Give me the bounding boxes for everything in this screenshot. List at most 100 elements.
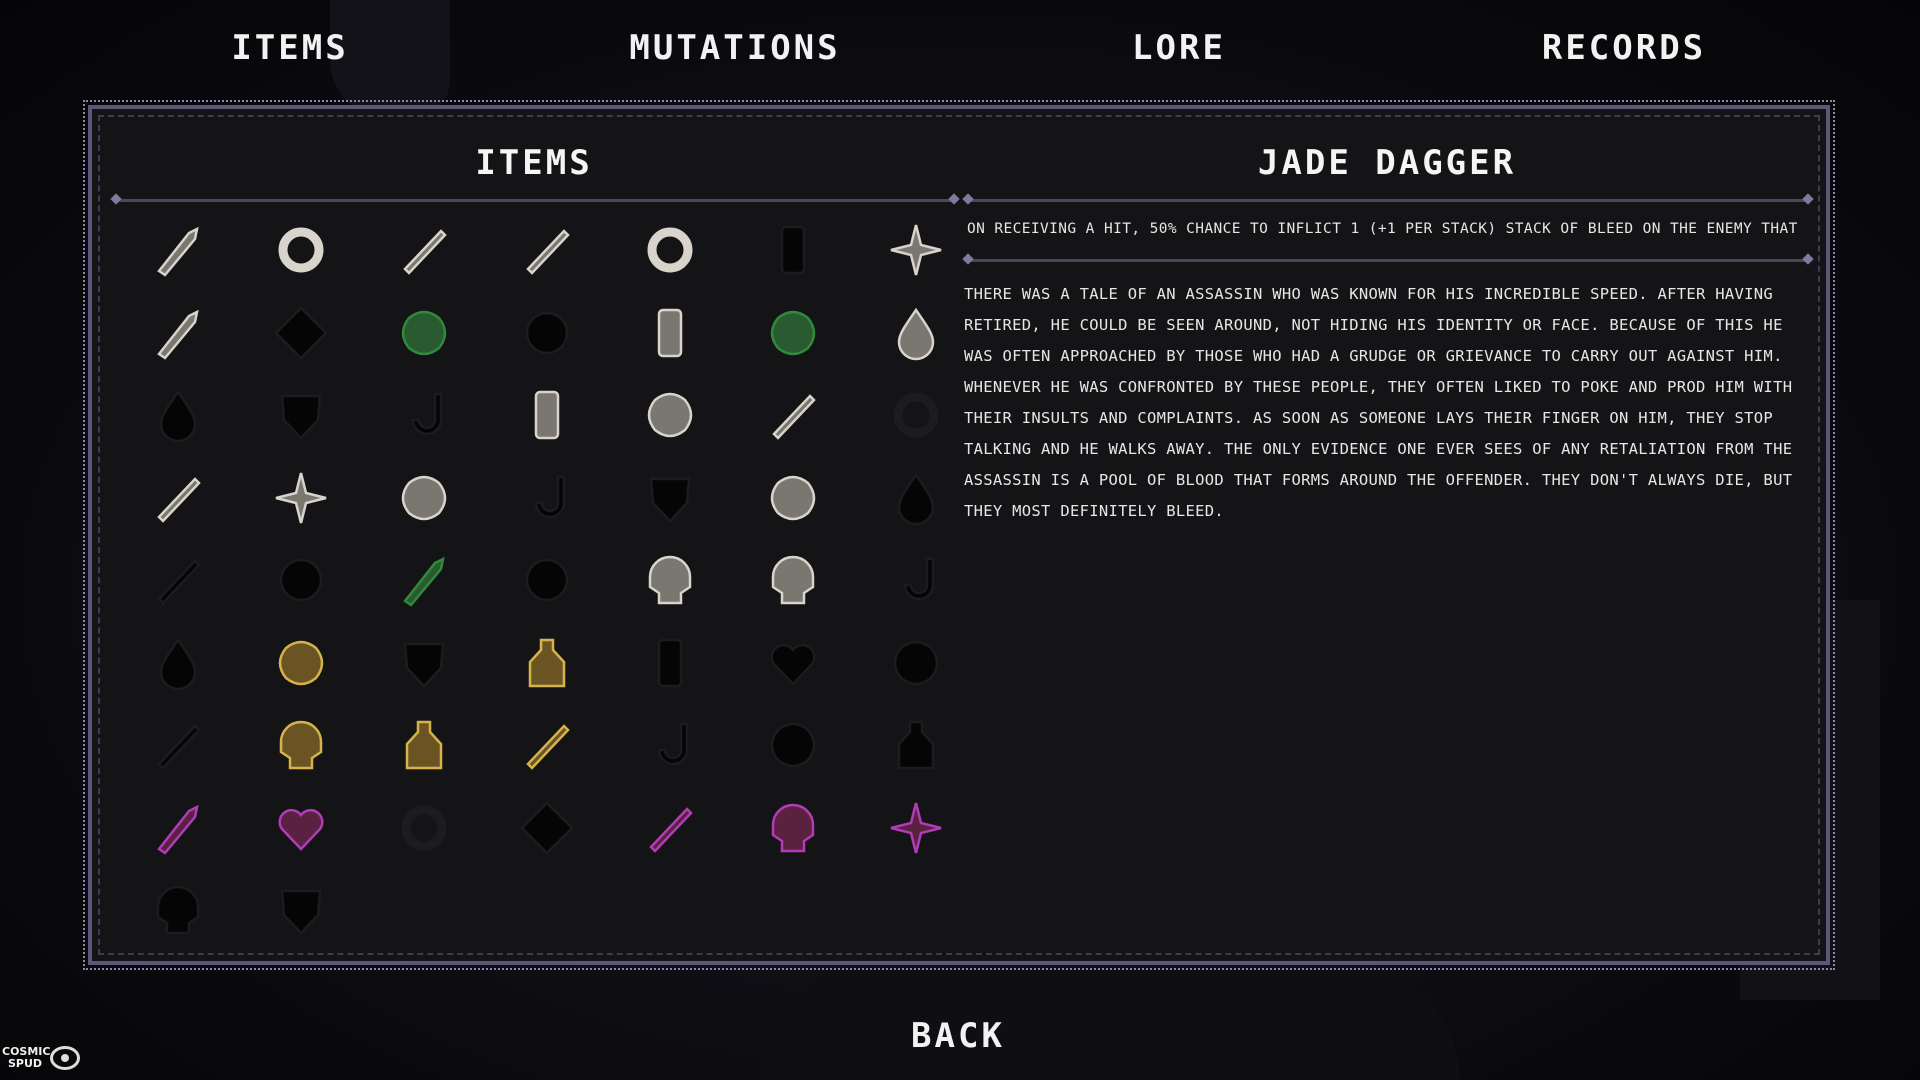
pickaxe-icon [149,469,207,527]
stone-icon [641,386,699,444]
item-slot[interactable] [485,374,608,457]
item-slot[interactable] [731,622,854,705]
item-slot[interactable] [485,704,608,787]
shield-icon [272,386,330,444]
item-effect-text: ON RECEIVING A HIT, 50% CHANCE TO INFLIC… [967,221,1807,237]
item-slot[interactable] [239,374,362,457]
item-slot[interactable] [116,539,239,622]
hand-icon [272,881,330,939]
item-slot[interactable] [485,209,608,292]
wooden-gun-icon [149,304,207,362]
blob-icon [518,551,576,609]
item-slot[interactable] [239,209,362,292]
item-slot[interactable] [854,292,977,375]
item-slot[interactable] [239,457,362,540]
item-slot[interactable] [362,292,485,375]
flail-icon [641,716,699,774]
item-slot[interactable] [239,292,362,375]
item-slot[interactable] [608,457,731,540]
cosmic-spud-logo: COSMIC SPUD [2,1040,84,1076]
boxing-gloves-icon [395,304,453,362]
bone-icon [764,386,822,444]
jade-dagger-icon [395,551,453,609]
fleur-icon [149,386,207,444]
key-ring-icon [395,799,453,857]
tab-records[interactable]: RECORDS [1542,28,1706,68]
item-slot[interactable] [854,704,977,787]
item-slot[interactable] [854,457,977,540]
item-slot[interactable] [854,787,977,870]
item-slot[interactable] [731,292,854,375]
item-slot[interactable] [485,457,608,540]
item-slot[interactable] [485,539,608,622]
item-slot[interactable] [608,374,731,457]
back-button[interactable]: BACK [911,1016,1005,1056]
screen: ITEMS MUTATIONS LORE RECORDS ITEMS JADE … [0,0,1920,1080]
demon-icon [149,881,207,939]
item-slot[interactable] [731,704,854,787]
vial-icon [887,304,945,362]
moth-icon [887,799,945,857]
scepter-icon [518,716,576,774]
cat-icon [395,469,453,527]
item-slot[interactable] [731,457,854,540]
item-slot[interactable] [731,209,854,292]
tab-mutations[interactable]: MUTATIONS [629,28,840,68]
item-slot[interactable] [854,622,977,705]
item-slot[interactable] [362,704,485,787]
item-slot[interactable] [362,374,485,457]
item-slot[interactable] [485,787,608,870]
short-sword-icon [395,221,453,279]
orb-icon [518,304,576,362]
item-slot[interactable] [239,622,362,705]
item-slot[interactable] [116,787,239,870]
divider [116,199,954,202]
item-slot[interactable] [116,704,239,787]
item-slot[interactable] [362,622,485,705]
item-slot[interactable] [608,209,731,292]
spear-icon [641,799,699,857]
item-slot[interactable] [608,539,731,622]
item-slot[interactable] [116,292,239,375]
item-slot[interactable] [116,374,239,457]
item-slot[interactable] [116,209,239,292]
item-slot[interactable] [239,539,362,622]
item-slot[interactable] [854,374,977,457]
item-slot[interactable] [362,539,485,622]
item-slot[interactable] [731,539,854,622]
skull-chain-icon [764,551,822,609]
item-slot[interactable] [116,622,239,705]
kettlebell-icon [887,716,945,774]
item-slot[interactable] [731,374,854,457]
item-slot[interactable] [485,622,608,705]
item-slot[interactable] [731,787,854,870]
item-slot[interactable] [608,622,731,705]
item-slot[interactable] [854,539,977,622]
codex-panel: ITEMS JADE DAGGER ON RECEIVING A HIT, 50… [83,100,1835,970]
eye-icon [50,1046,80,1070]
item-slot[interactable] [239,869,362,952]
item-slot[interactable] [608,787,731,870]
tab-lore[interactable]: LORE [1132,28,1226,68]
item-slot[interactable] [116,457,239,540]
item-slot[interactable] [485,292,608,375]
items-heading: ITEMS [475,143,593,183]
item-slot[interactable] [362,209,485,292]
chalice-icon [641,469,699,527]
item-slot[interactable] [116,869,239,952]
donut-icon [887,386,945,444]
disc-icon [272,551,330,609]
item-slot[interactable] [362,787,485,870]
divider [968,259,1808,262]
beard-icon [395,634,453,692]
divider [968,199,1808,202]
item-slot[interactable] [608,292,731,375]
item-slot[interactable] [854,209,977,292]
selected-item-title: JADE DAGGER [1257,143,1517,183]
item-slot[interactable] [362,457,485,540]
tab-items[interactable]: ITEMS [231,28,348,68]
stick-icon [764,221,822,279]
item-slot[interactable] [239,704,362,787]
item-slot[interactable] [239,787,362,870]
item-slot[interactable] [608,704,731,787]
